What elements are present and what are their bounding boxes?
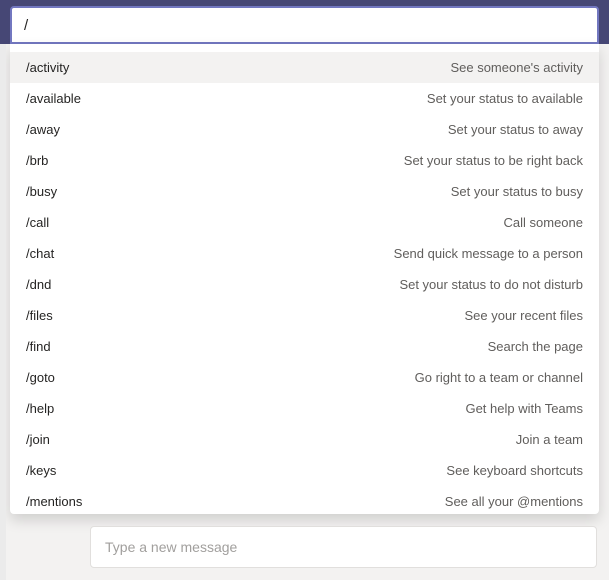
command-suggestion-list: /activity See someone's activity/availabl… [10,44,599,514]
command-name: /help [26,401,54,416]
left-rail-sliver [0,44,6,580]
command-description: See all your @mentions [445,494,583,509]
command-name: /join [26,432,50,447]
command-search-input[interactable] [24,17,585,34]
command-suggestion-item[interactable]: /mentions See all your @mentions [10,486,599,514]
command-suggestion-item[interactable]: /goto Go right to a team or channel [10,362,599,393]
command-description: Set your status to do not disturb [399,277,583,292]
command-suggestion-item[interactable]: /away Set your status to away [10,114,599,145]
command-suggestion-item[interactable]: /find Search the page [10,331,599,362]
command-suggestion-item[interactable]: /chat Send quick message to a person [10,238,599,269]
command-suggestion-item[interactable]: /activity See someone's activity [10,52,599,83]
command-description: Set your status to away [448,122,583,137]
command-name: /chat [26,246,54,261]
command-name: /brb [26,153,48,168]
command-suggestion-item[interactable]: /brb Set your status to be right back [10,145,599,176]
command-name: /call [26,215,49,230]
command-name: /files [26,308,53,323]
command-description: See your recent files [464,308,583,323]
command-name: /busy [26,184,57,199]
command-description: Call someone [504,215,584,230]
command-suggestion-item[interactable]: /call Call someone [10,207,599,238]
command-description: Send quick message to a person [394,246,583,261]
command-suggestion-item[interactable]: /join Join a team [10,424,599,455]
command-name: /away [26,122,60,137]
command-description: Go right to a team or channel [415,370,583,385]
command-suggestion-item[interactable]: /keys See keyboard shortcuts [10,455,599,486]
title-bar [0,0,609,44]
command-description: Set your status to busy [451,184,583,199]
command-suggestion-item[interactable]: /busy Set your status to busy [10,176,599,207]
command-suggestion-item[interactable]: /files See your recent files [10,300,599,331]
command-name: /mentions [26,494,82,509]
command-name: /find [26,339,51,354]
message-compose-box[interactable] [90,526,597,568]
command-name: /keys [26,463,56,478]
command-suggestion-item[interactable]: /help Get help with Teams [10,393,599,424]
command-search-box[interactable] [10,6,599,44]
command-description: Get help with Teams [465,401,583,416]
command-suggestion-item[interactable]: /available Set your status to available [10,83,599,114]
command-name: /dnd [26,277,51,292]
message-compose-input[interactable] [105,539,582,555]
command-description: See keyboard shortcuts [446,463,583,478]
command-suggestion-item[interactable]: /dnd Set your status to do not disturb [10,269,599,300]
command-name: /available [26,91,81,106]
command-description: Set your status to available [427,91,583,106]
command-description: Join a team [516,432,583,447]
command-name: /goto [26,370,55,385]
command-name: /activity [26,60,69,75]
command-description: See someone's activity [450,60,583,75]
command-description: Set your status to be right back [404,153,583,168]
command-description: Search the page [488,339,583,354]
